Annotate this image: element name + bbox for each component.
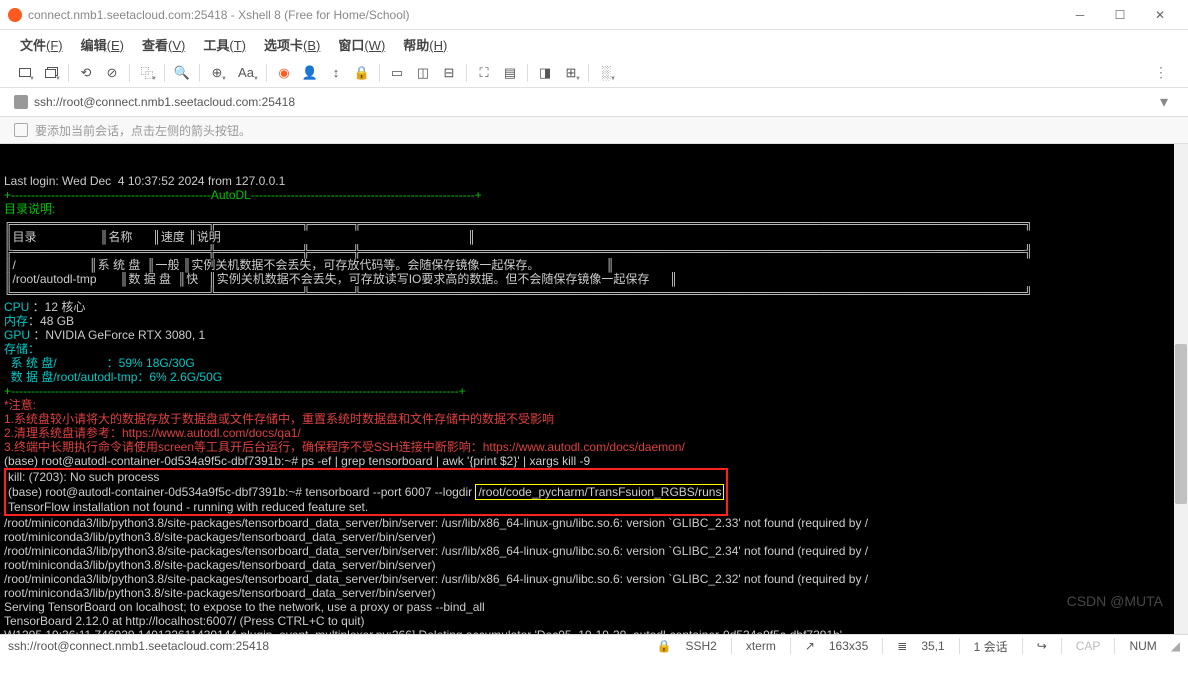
status-pos-icon: ≣ xyxy=(897,639,907,653)
profile-icon[interactable]: 👤 xyxy=(299,62,321,84)
open-session-icon[interactable] xyxy=(40,62,62,84)
status-term: xterm xyxy=(746,639,776,653)
term-line: 存储： xyxy=(4,342,40,356)
sync-icon[interactable]: ↕ xyxy=(325,62,347,84)
term-line: ╠═══════════════════════╬══════════╬════… xyxy=(4,244,1033,258)
app-logo-icon xyxy=(8,8,22,22)
term-line: /root/miniconda3/lib/python3.8/site-pack… xyxy=(4,572,868,586)
term-line: (base) root@autodl-container-0d534a9f5c-… xyxy=(4,454,590,468)
encoding-icon[interactable]: ⊕ xyxy=(206,62,228,84)
term-line: *注意: xyxy=(4,398,39,412)
font-icon[interactable]: Aa xyxy=(232,62,260,84)
search-icon[interactable]: 🔍 xyxy=(171,62,193,84)
highlight-box-yellow: /root/code_pycharm/TransFsuion_RGBS/runs xyxy=(475,484,724,500)
term-line: ╚═══════════════════════╩══════════╩════… xyxy=(4,286,1033,300)
status-pos: 35,1 xyxy=(921,639,944,653)
term-line: 2.清理系统盘请参考：https://www.autodl.com/docs/q… xyxy=(4,426,301,440)
term-line: ║/ ║系 统 盘 ║一般 ║实例关机数据不会丢失，可存放代码等。会随保存镜像一… xyxy=(4,258,615,272)
menu-edit[interactable]: 编辑(E) xyxy=(75,33,130,56)
address-dropdown-icon[interactable]: ▾ xyxy=(1154,92,1174,112)
menu-tool[interactable]: 工具(T) xyxy=(197,33,252,56)
close-button[interactable]: ✕ xyxy=(1140,3,1180,27)
layout-v-icon[interactable]: ◨ xyxy=(534,62,556,84)
script-icon[interactable]: ▤ xyxy=(499,62,521,84)
term-line: /root/miniconda3/lib/python3.8/site-pack… xyxy=(4,544,868,558)
term-line: +---------------------------------------… xyxy=(4,384,466,398)
menu-tab[interactable]: 选项卡(B) xyxy=(258,33,326,56)
term-line: 1.系统盘较小请将大的数据存放于数据盘或文件存储中，重置系统时数据盘和文件存储中… xyxy=(4,412,554,426)
disconnect-icon[interactable]: ⊘ xyxy=(101,62,123,84)
layout3-icon[interactable]: ⊟ xyxy=(438,62,460,84)
term-line: root/miniconda3/lib/python3.8/site-packa… xyxy=(4,558,436,572)
term-line: GPU ：NVIDIA GeForce RTX 3080, 1 xyxy=(4,328,205,342)
term-line: 内存：48 GB xyxy=(4,314,74,328)
term-line: CPU ：12 核心 xyxy=(4,300,85,314)
scrollbar-thumb[interactable] xyxy=(1175,344,1187,504)
term-line: Last login: Wed Dec 4 10:37:52 2024 from… xyxy=(4,174,285,188)
copy-icon[interactable]: ⿻ xyxy=(136,62,158,84)
layout1-icon[interactable]: ▭ xyxy=(386,62,408,84)
terminal[interactable]: Last login: Wed Dec 4 10:37:52 2024 from… xyxy=(0,144,1188,634)
term-line: ║目录 ║名称 ║速度 ║说明 ║ xyxy=(4,230,476,244)
resize-grip-icon[interactable]: ◢ xyxy=(1171,639,1180,653)
status-caps: CAP xyxy=(1076,639,1101,653)
new-session-icon[interactable] xyxy=(14,62,36,84)
term-line: W1205 19:36:11.746029 140132611430144 pl… xyxy=(4,628,842,634)
maximize-button[interactable]: ☐ xyxy=(1100,3,1140,27)
fullscreen-icon[interactable]: ⛶ xyxy=(473,62,495,84)
term-line: 系 统 盘/ ：59% 18G/30G xyxy=(4,356,195,370)
menu-file[interactable]: 文件(F) xyxy=(14,33,69,56)
term-line: +---------------------------------------… xyxy=(4,188,482,202)
more-icon[interactable]: ⋮ xyxy=(1148,64,1174,81)
minimize-button[interactable]: ─ xyxy=(1060,3,1100,27)
term-line: ║/root/autodl-tmp ║数 据 盘 ║快 ║实例关机数据不会丢失，… xyxy=(4,272,678,286)
reconnect-icon[interactable]: ⟲ xyxy=(75,62,97,84)
status-ssh: SSH2 xyxy=(685,639,716,653)
status-ssh-icon: 🔒 xyxy=(657,639,672,653)
highlight-box-red: kill: (7203): No such process (base) roo… xyxy=(4,468,728,516)
status-size: 163x35 xyxy=(829,639,868,653)
brand-icon[interactable]: ◉ xyxy=(273,62,295,84)
menu-help[interactable]: 帮助(H) xyxy=(397,33,453,56)
term-line: 数 据 盘/root/autodl-tmp：6% 2.6G/50G xyxy=(4,370,222,384)
tip-text: 要添加当前会话，点击左侧的箭头按钮。 xyxy=(35,122,251,139)
status-connection: ssh://root@connect.nmb1.seetacloud.com:2… xyxy=(8,639,643,653)
status-num: NUM xyxy=(1129,639,1156,653)
term-line: 3.终端中长期执行命令请使用screen等工具开后台运行，确保程序不受SSH连接… xyxy=(4,440,685,454)
term-line: /root/miniconda3/lib/python3.8/site-pack… xyxy=(4,516,868,530)
term-line: root/miniconda3/lib/python3.8/site-packa… xyxy=(4,586,436,600)
status-sessions: 1 会话 xyxy=(974,638,1008,655)
layout-grid-icon[interactable]: ⊞ xyxy=(560,62,582,84)
term-line: TensorBoard 2.12.0 at http://localhost:6… xyxy=(4,614,365,628)
window-title: connect.nmb1.seetacloud.com:25418 - Xshe… xyxy=(28,8,1060,22)
scrollbar[interactable] xyxy=(1174,144,1188,634)
watermark: CSDN @MUTA xyxy=(1067,594,1163,608)
tip-icon[interactable] xyxy=(14,123,28,137)
lock-addr-icon xyxy=(14,95,28,109)
menu-view[interactable]: 查看(V) xyxy=(136,33,191,56)
status-link-icon: ↪ xyxy=(1037,639,1047,653)
term-line: 目录说明: xyxy=(4,202,55,216)
status-size-icon: ↗ xyxy=(805,639,815,653)
address-text[interactable]: ssh://root@connect.nmb1.seetacloud.com:2… xyxy=(34,95,1148,109)
term-line: Serving TensorBoard on localhost; to exp… xyxy=(4,600,485,614)
menu-window[interactable]: 窗口(W) xyxy=(332,33,391,56)
layout2-icon[interactable]: ◫ xyxy=(412,62,434,84)
term-line: ╔═══════════════════════╦══════════╦════… xyxy=(4,216,1033,230)
tools-icon[interactable]: ░ xyxy=(595,62,617,84)
lock-icon[interactable]: 🔒 xyxy=(351,62,373,84)
term-line: root/miniconda3/lib/python3.8/site-packa… xyxy=(4,530,436,544)
